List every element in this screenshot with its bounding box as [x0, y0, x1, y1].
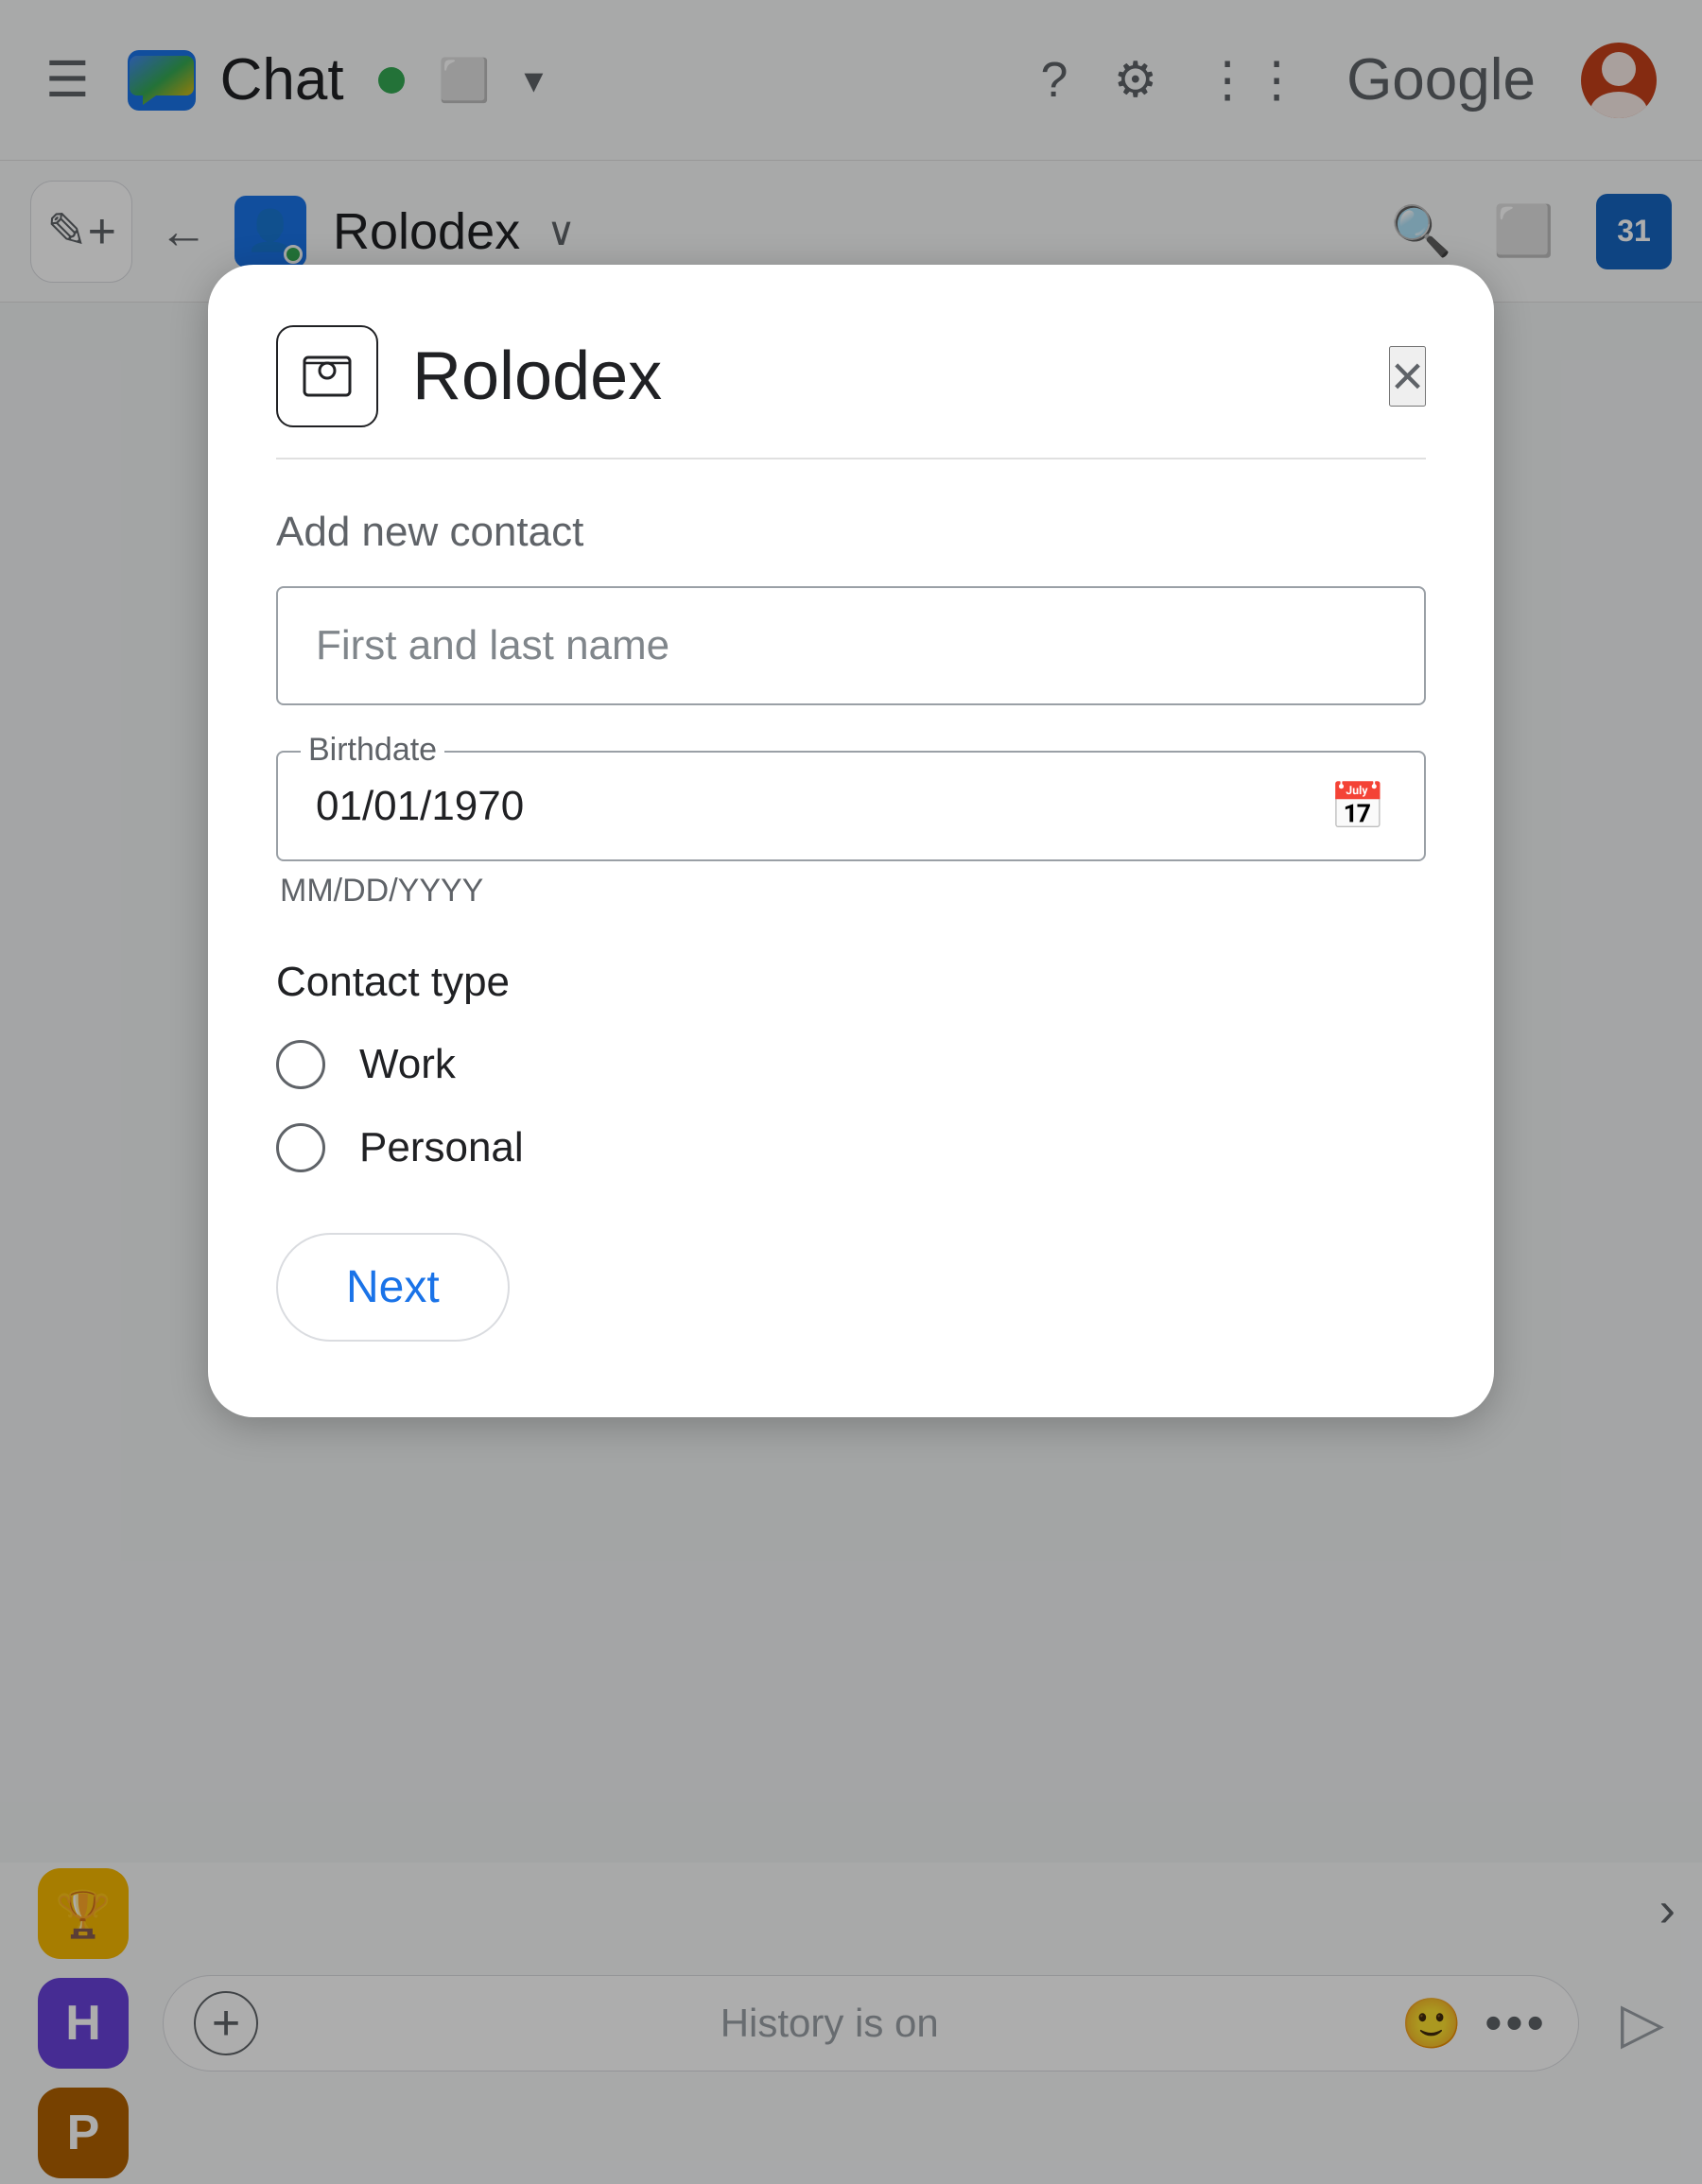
name-input[interactable]: [316, 622, 1386, 669]
modal-divider: [276, 458, 1426, 459]
modal-header: Rolodex ×: [276, 325, 1426, 427]
close-button[interactable]: ×: [1389, 346, 1426, 407]
rolodex-icon-svg: [301, 350, 354, 403]
birthdate-value: 01/01/1970: [316, 783, 524, 830]
date-hint: MM/DD/YYYY: [276, 873, 1426, 910]
radio-work[interactable]: Work: [276, 1040, 1426, 1089]
radio-personal-circle: [276, 1123, 325, 1172]
contact-type-label: Contact type: [276, 959, 1426, 1006]
birthdate-row: 01/01/1970 📅: [316, 779, 1386, 833]
birthdate-label: Birthdate: [301, 732, 444, 769]
contact-type-radio-group: Work Personal: [276, 1040, 1426, 1172]
radio-work-circle: [276, 1040, 325, 1089]
radio-personal-label: Personal: [359, 1124, 524, 1171]
section-label: Add new contact: [276, 509, 1426, 556]
app-icon: [276, 325, 378, 427]
radio-personal[interactable]: Personal: [276, 1123, 1426, 1172]
next-button[interactable]: Next: [276, 1233, 510, 1342]
radio-work-label: Work: [359, 1041, 456, 1088]
date-picker-icon[interactable]: 📅: [1329, 779, 1386, 833]
modal-title: Rolodex: [412, 338, 662, 415]
rolodex-modal: Rolodex × Add new contact Birthdate 01/0…: [208, 265, 1494, 1417]
modal-title-group: Rolodex: [276, 325, 662, 427]
birthdate-wrapper[interactable]: Birthdate 01/01/1970 📅: [276, 751, 1426, 861]
name-input-wrapper[interactable]: [276, 586, 1426, 705]
